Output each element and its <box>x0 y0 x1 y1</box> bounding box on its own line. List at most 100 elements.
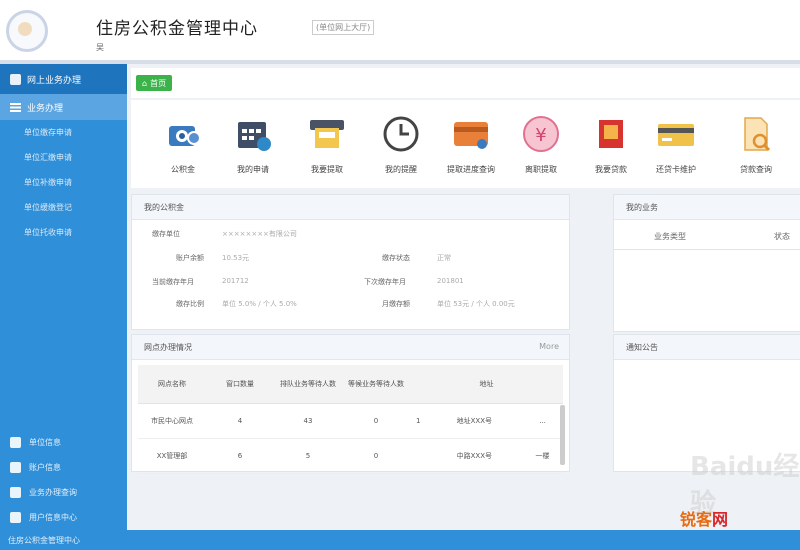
table-cell: 地址XXX号 <box>426 403 523 439</box>
table-cell: 1 <box>410 403 427 439</box>
table-cell: 0 <box>342 438 410 474</box>
quick-link-loan-query[interactable]: 贷款查询 <box>726 114 786 175</box>
table-row: XX管理部 6 5 0 中路XXX号 一楼 <box>138 438 563 474</box>
quick-link-fund[interactable]: 公积金 <box>153 114 213 175</box>
sidebar-item-label: 单位信息 <box>29 438 61 447</box>
sidebar-item-user-center[interactable]: 用户信息中心 <box>0 505 127 530</box>
svg-text:¥: ¥ <box>535 125 546 146</box>
table-cell: ... <box>522 403 563 439</box>
quick-link-label: 公积金 <box>171 165 195 174</box>
sidebar-bottom-menu: 单位信息 账户信息 业务办理查询 用户信息中心 <box>0 430 127 530</box>
watermark-brand-a: 锐客 <box>680 510 713 529</box>
sidebar-item-query[interactable]: 业务办理查询 <box>0 480 127 505</box>
field-label: 缴存状态 <box>382 254 410 262</box>
field-value: 单位 5.0% / 个人 5.0% <box>222 300 297 308</box>
my-fund-title: 我的公积金 <box>132 195 569 220</box>
watermark-brand-b: 网 <box>712 510 729 529</box>
quick-link-resign-withdraw[interactable]: ¥ 离职提取 <box>511 114 571 175</box>
quick-link-label: 还贷卡维护 <box>656 165 696 174</box>
quick-link-label: 提取进度查询 <box>447 165 495 174</box>
sidebar-item-account-info[interactable]: 账户信息 <box>0 455 127 480</box>
sidebar-item-collection-apply[interactable]: 单位托收申请 <box>0 220 127 245</box>
field-label: 账户余额 <box>176 254 204 262</box>
table-cell: 市民中心网点 <box>138 403 206 439</box>
business-col-status: 状态 <box>774 232 790 241</box>
home-icon: ⌂ <box>142 78 148 88</box>
quick-icon-bar: 公积金 我的申请 我要提取 我的提醒 提取进度查询 ¥ 离职提取 我要贷款 还贷 <box>131 100 800 188</box>
field-value: 201712 <box>222 277 249 285</box>
sidebar-section-business[interactable]: 业务办理 <box>0 94 127 120</box>
quick-link-progress[interactable]: 提取进度查询 <box>441 114 501 175</box>
home-tab[interactable]: ⌂ 首页 <box>136 75 173 91</box>
business-col-type: 业务类型 <box>654 232 686 241</box>
sidebar-online-business[interactable]: 网上业务办理 <box>0 64 127 94</box>
quick-link-label: 我的申请 <box>237 165 269 174</box>
field-value: 201801 <box>437 277 464 285</box>
service-status-title: 网点办理情况 <box>144 342 192 352</box>
quick-link-label: 我的提醒 <box>385 165 417 174</box>
sidebar-top-label: 网上业务办理 <box>27 75 82 86</box>
document-icon <box>10 487 21 498</box>
sidebar-item-defer-register[interactable]: 单位缓缴登记 <box>0 195 127 220</box>
document-search-icon <box>744 117 771 152</box>
field-value: 正常 <box>437 254 451 262</box>
clock-icon <box>383 116 419 152</box>
table-row: 市民中心网点 4 43 0 1 地址XXX号 ... <box>138 403 563 439</box>
sidebar-item-remit-apply[interactable]: 单位汇缴申请 <box>0 145 127 170</box>
watermark-brand: 锐客网 <box>680 506 728 530</box>
building-icon <box>10 437 21 448</box>
current-user: 吴 <box>96 43 104 52</box>
quick-link-label: 我要贷款 <box>595 165 627 174</box>
sidebar-item-label: 用户信息中心 <box>29 513 77 522</box>
center-logo <box>6 10 48 52</box>
sidebar-item-supplement-apply[interactable]: 单位补缴申请 <box>0 170 127 195</box>
user-icon <box>10 512 21 523</box>
column-header: 等候业务等待人数 <box>342 365 410 404</box>
quick-link-my-application[interactable]: 我的申请 <box>223 114 283 175</box>
yen-icon: ¥ <box>523 116 559 152</box>
table-cell: 一楼 <box>522 438 563 474</box>
field-value: 单位 53元 / 个人 0.00元 <box>437 300 515 308</box>
my-business-title: 我的业务 <box>614 195 800 220</box>
calendar-icon <box>238 122 271 151</box>
tab-bar: ⌂ 首页 <box>131 68 800 98</box>
field-label: 当前缴存年月 <box>152 278 194 286</box>
quick-link-repay-card[interactable]: 还贷卡维护 <box>646 114 706 175</box>
account-icon <box>10 462 21 473</box>
page-subtitle: (单位网上大厅) <box>312 20 375 35</box>
more-link[interactable]: More <box>539 342 559 351</box>
field-label: 缴存单位 <box>152 230 180 238</box>
table-cell: 中路XXX号 <box>426 438 523 474</box>
column-header: 排队业务等待人数 <box>274 365 342 404</box>
field-value: 10.53元 <box>222 254 250 262</box>
sidebar-item-unit-info[interactable]: 单位信息 <box>0 430 127 455</box>
menu-icon <box>10 102 21 112</box>
notice-title: 通知公告 <box>614 335 800 360</box>
table-cell: XX管理部 <box>138 438 206 474</box>
quick-link-label: 离职提取 <box>525 165 557 174</box>
table-cell: 5 <box>274 438 342 474</box>
field-label: 月缴存额 <box>382 300 410 308</box>
sidebar-item-label: 业务办理查询 <box>29 488 77 497</box>
quick-link-reminder[interactable]: 我的提醒 <box>371 114 431 175</box>
field-label: 缴存比例 <box>176 300 204 308</box>
sidebar-section-label: 业务办理 <box>27 103 64 114</box>
atm-icon <box>310 120 344 148</box>
service-status-table: 网点名称 窗口数量 排队业务等待人数 等候业务等待人数 地址 市民中心网点 4 … <box>138 365 563 474</box>
quick-link-label: 贷款查询 <box>740 165 772 174</box>
table-header-row: 网点名称 窗口数量 排队业务等待人数 等候业务等待人数 地址 <box>138 365 563 404</box>
bankcard-icon <box>658 124 694 146</box>
briefcase-icon <box>10 73 21 85</box>
table-scrollbar[interactable] <box>560 405 565 465</box>
quick-link-withdraw[interactable]: 我要提取 <box>297 114 357 175</box>
quick-link-loan[interactable]: 我要贷款 <box>581 114 641 175</box>
app-header: 住房公积金管理中心 (单位网上大厅) 吴 <box>0 0 800 60</box>
sidebar: 网上业务办理 业务办理 单位缴存申请 单位汇缴申请 单位补缴申请 单位缓缴登记 … <box>0 64 127 530</box>
field-label: 下次缴存年月 <box>364 278 406 286</box>
sidebar-item-deposit-apply[interactable]: 单位缴存申请 <box>0 120 127 145</box>
column-header: 网点名称 <box>138 365 206 404</box>
my-business-panel: 我的业务 业务类型 状态 <box>613 194 800 332</box>
table-cell: 0 <box>342 403 410 439</box>
page-title: 住房公积金管理中心 <box>96 19 258 39</box>
service-status-panel: 网点办理情况 More 网点名称 窗口数量 排队业务等待人数 等候业务等待人数 … <box>131 334 570 474</box>
